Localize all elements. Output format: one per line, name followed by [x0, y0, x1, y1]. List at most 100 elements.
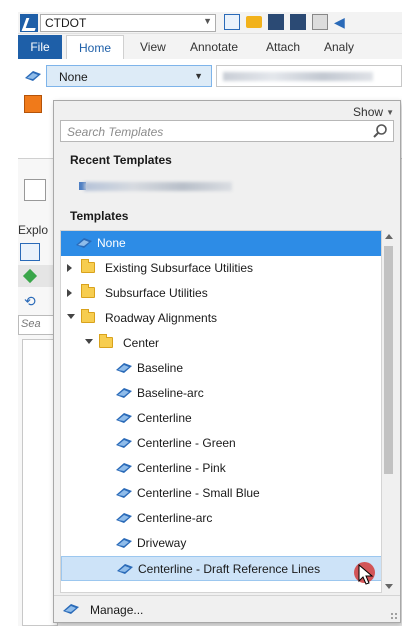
- tree-folder[interactable]: Existing Subsurface Utilities: [61, 256, 381, 281]
- folder-icon: [99, 334, 113, 348]
- resize-grip-icon[interactable]: [390, 612, 398, 620]
- element-template-icon: [116, 513, 132, 523]
- ribbon-tabs: File Home View Annotate Attach Analy: [18, 35, 402, 59]
- manage-label: Manage...: [90, 603, 144, 617]
- element-template-icon: [116, 388, 132, 398]
- tree-item-label: Centerline - Pink: [137, 461, 226, 475]
- attributes-row: None ▼: [22, 65, 402, 87]
- element-template-icon: [76, 238, 92, 248]
- explorer-search-input[interactable]: Sea: [18, 315, 58, 335]
- tree-item-label: Centerline-arc: [137, 511, 213, 525]
- explorer-panel: Explo ⟲ Sea: [18, 159, 58, 626]
- level-combo[interactable]: [216, 65, 402, 87]
- element-template-icon: [116, 413, 132, 423]
- mouse-pointer-icon: [358, 564, 374, 585]
- tree-template-item[interactable]: Centerline - Pink: [61, 456, 381, 481]
- element-template-icon: [116, 488, 132, 498]
- tree-folder[interactable]: Subsurface Utilities: [61, 281, 381, 306]
- tree-item-label: Centerline - Draft Reference Lines: [138, 562, 321, 576]
- folder-icon: [81, 284, 95, 298]
- explorer-tab[interactable]: [20, 243, 40, 261]
- explorer-label: Explo: [18, 223, 49, 237]
- scroll-up-icon[interactable]: [385, 234, 393, 239]
- tab-analyze[interactable]: Analy: [316, 35, 362, 59]
- tree-folder[interactable]: Roadway Alignments: [61, 306, 381, 331]
- tab-file[interactable]: File: [18, 35, 62, 59]
- undo-icon[interactable]: ◀: [334, 14, 350, 30]
- tree-template-item[interactable]: Centerline: [61, 406, 381, 431]
- tree-item-label: Centerline - Small Blue: [137, 486, 260, 500]
- tree-template-item[interactable]: Baseline-arc: [61, 381, 381, 406]
- web-icon[interactable]: [224, 14, 240, 30]
- template-combo-value: None: [59, 70, 88, 84]
- tree-item-label: None: [97, 236, 126, 250]
- save-icon[interactable]: [268, 14, 284, 30]
- recent-template-item[interactable]: [79, 180, 280, 194]
- search-placeholder: Search Templates: [67, 125, 164, 139]
- save-settings-icon[interactable]: [290, 14, 306, 30]
- quick-access-toolbar: CTDOT ▼ ◀: [18, 12, 402, 34]
- element-template-icon: [116, 438, 132, 448]
- tree-item-label: Centerline - Green: [137, 436, 236, 450]
- tab-annotate[interactable]: Annotate: [182, 35, 246, 59]
- folder-icon: [81, 259, 95, 273]
- chevron-down-icon: ▼: [386, 108, 394, 117]
- tree-template-item[interactable]: Driveway: [61, 531, 381, 556]
- template-picker-popup: Show ▼ Search Templates Recent Templates …: [53, 100, 401, 623]
- tree-item-label: Center: [123, 336, 160, 350]
- tree-template-item[interactable]: None: [61, 231, 381, 256]
- tree-scrollbar[interactable]: [382, 230, 395, 593]
- redacted-text: [223, 72, 373, 81]
- redacted-text: [84, 182, 232, 191]
- chevron-down-icon: ▼: [194, 71, 203, 81]
- tree-template-item[interactable]: Centerline - Green: [61, 431, 381, 456]
- scroll-down-icon[interactable]: [385, 584, 393, 589]
- chevron-down-icon: ▼: [203, 16, 212, 26]
- tab-view[interactable]: View: [132, 35, 174, 59]
- search-icon[interactable]: [372, 123, 388, 139]
- ribbon-tool-icon[interactable]: [24, 95, 42, 113]
- app-logo-icon[interactable]: [20, 14, 38, 32]
- templates-heading: Templates: [70, 209, 129, 223]
- workspace-value: CTDOT: [45, 16, 87, 30]
- tree-template-item[interactable]: Centerline - Draft Reference Lines: [61, 556, 381, 581]
- explorer-row[interactable]: [18, 265, 58, 287]
- scroll-thumb[interactable]: [384, 246, 393, 474]
- element-template-icon: [117, 564, 133, 574]
- element-template-icon: [116, 538, 132, 548]
- templates-tree: None Existing Subsurface Utilities Subsurf…: [60, 230, 382, 593]
- tree-item-label: Baseline: [137, 361, 184, 375]
- tree-item-label: Centerline: [137, 411, 192, 425]
- refresh-icon[interactable]: ⟲: [24, 293, 44, 311]
- tree-item-label: Existing Subsurface Utilities: [105, 261, 254, 275]
- element-template-icon: [63, 604, 79, 614]
- quick-access-icons: ◀: [224, 14, 350, 30]
- recent-templates-heading: Recent Templates: [70, 153, 172, 167]
- template-combo[interactable]: None ▼: [46, 65, 212, 87]
- show-filter-button[interactable]: Show ▼: [353, 105, 394, 119]
- open-folder-icon[interactable]: [246, 16, 262, 28]
- tree-template-item[interactable]: Centerline-arc: [61, 506, 381, 531]
- place-tool-icon[interactable]: [24, 179, 46, 201]
- tab-attach[interactable]: Attach: [258, 35, 308, 59]
- manage-button[interactable]: Manage...: [54, 595, 400, 622]
- tree-template-item[interactable]: Baseline: [61, 356, 381, 381]
- element-template-icon: [25, 71, 41, 81]
- collapse-arrow-icon[interactable]: [67, 314, 75, 319]
- expand-arrow-icon[interactable]: [67, 264, 72, 272]
- search-templates-input[interactable]: Search Templates: [60, 120, 394, 142]
- element-template-icon: [116, 363, 132, 373]
- tree-item-label: Subsurface Utilities: [105, 286, 208, 300]
- tree-item-label: Roadway Alignments: [105, 311, 218, 325]
- tab-home[interactable]: Home: [66, 35, 124, 59]
- tree-template-item[interactable]: Centerline - Small Blue: [61, 481, 381, 506]
- tree-item-label: Baseline-arc: [137, 386, 204, 400]
- collapse-arrow-icon[interactable]: [85, 339, 93, 344]
- tree-folder[interactable]: Center: [61, 331, 381, 356]
- expand-arrow-icon[interactable]: [67, 289, 72, 297]
- workspace-combo[interactable]: CTDOT ▼: [40, 14, 216, 32]
- document-icon[interactable]: [312, 14, 328, 30]
- tree-item-label: Driveway: [137, 536, 187, 550]
- show-label: Show: [353, 105, 384, 119]
- element-template-icon: [116, 463, 132, 473]
